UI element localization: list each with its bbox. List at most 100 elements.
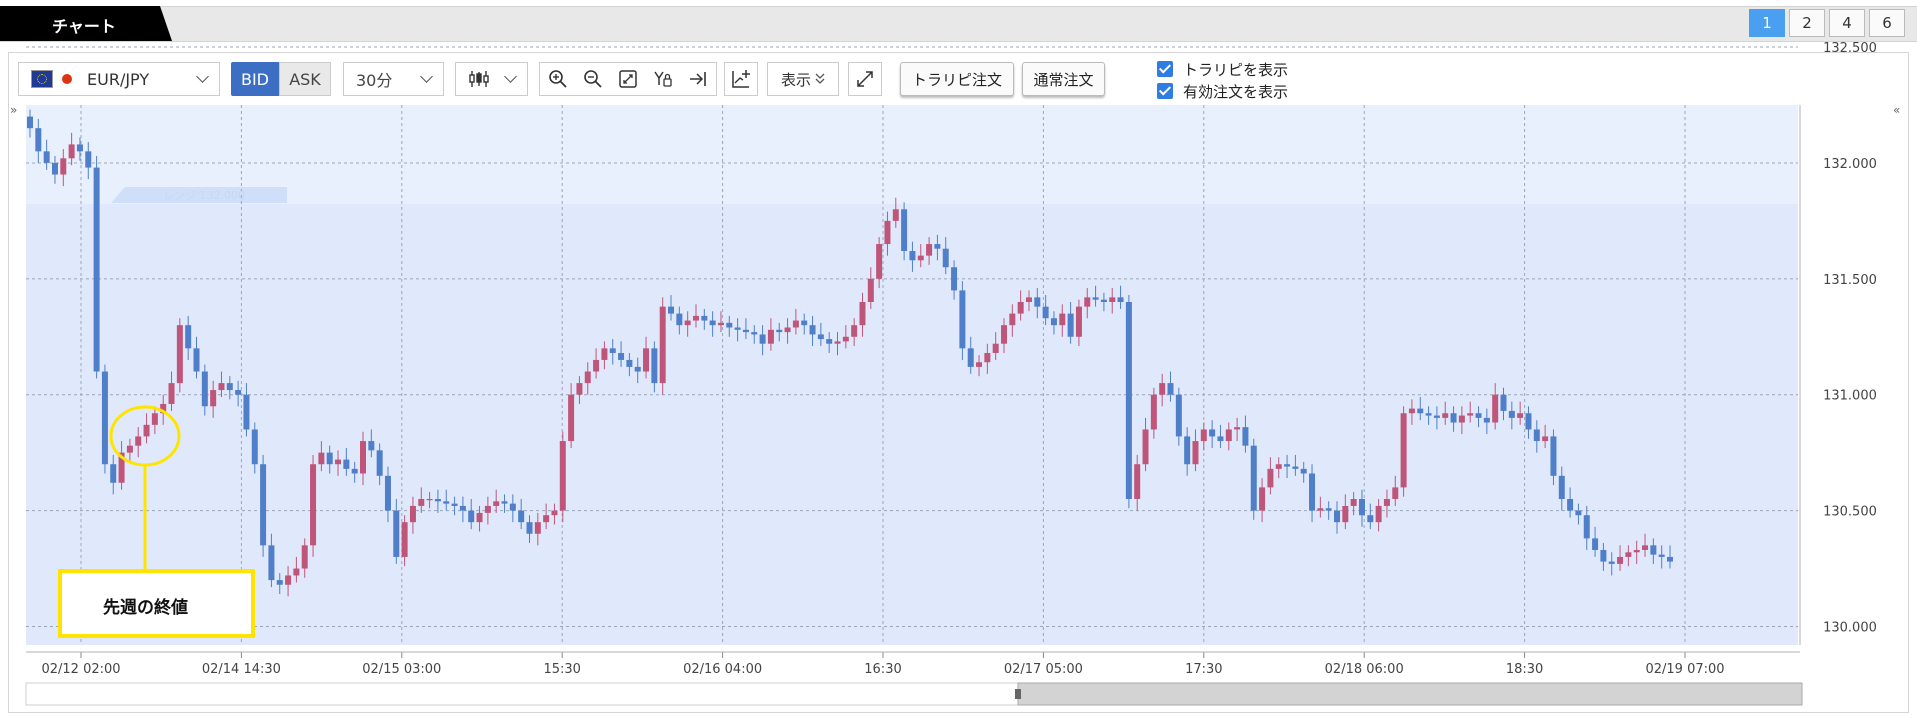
x-tick-label: 02/12 02:00 (41, 662, 120, 677)
x-tick-label: 02/18 06:00 (1325, 662, 1404, 677)
candle-body (1525, 413, 1532, 430)
candle-body (551, 510, 558, 516)
candle-body (976, 362, 983, 367)
candle-body (301, 545, 308, 569)
candle-body (992, 343, 999, 353)
candle-body (692, 315, 699, 321)
candle-body (1500, 394, 1507, 411)
navigator-handle[interactable] (1015, 689, 1021, 699)
candle-body (1475, 413, 1482, 418)
candle-body (884, 220, 891, 245)
candle-body (1042, 306, 1049, 319)
x-tick-label: 15:30 (543, 662, 580, 677)
y-tick-label: 131.000 (1823, 389, 1877, 404)
candle-body (967, 348, 974, 367)
candle-body (1642, 545, 1649, 550)
candle-body (1317, 508, 1324, 511)
candle-body (1067, 313, 1074, 337)
candle-body (1009, 313, 1016, 326)
candle-body (776, 329, 783, 333)
candle-body (135, 436, 142, 446)
candle-body (1575, 510, 1582, 516)
candle-body (1234, 427, 1241, 430)
candle-body (1117, 297, 1124, 302)
candle-body (1134, 464, 1141, 499)
candle-body (1142, 429, 1149, 465)
candle-body (892, 209, 899, 221)
candle-body (726, 322, 733, 328)
candlestick-chart[interactable]: 130.000 130.500 131.000 131.500 132.000 132.5… (0, 0, 1917, 719)
candle-body (826, 339, 833, 344)
candle-body (143, 424, 150, 437)
candle-body (684, 320, 691, 326)
candle-body (759, 334, 766, 344)
candle-body (593, 359, 600, 372)
candle-body (934, 244, 941, 249)
candle-body (1001, 325, 1008, 344)
navigator-scrollbar[interactable] (25, 682, 1803, 706)
candle-body (401, 522, 408, 557)
candle-body (1034, 297, 1041, 307)
x-tick-label: 02/17 05:00 (1004, 662, 1083, 677)
candle-body (1558, 475, 1565, 499)
candle-body (210, 390, 217, 407)
candle-body (959, 290, 966, 349)
candle-body (526, 522, 533, 534)
candle-body (1159, 383, 1166, 395)
candle-body (751, 332, 758, 335)
candle-body (1508, 410, 1515, 418)
candle-body (1092, 297, 1099, 300)
navigator-window[interactable] (1017, 682, 1803, 706)
candle-body (659, 306, 666, 384)
candle-body (1433, 415, 1440, 418)
candle-body (368, 441, 375, 451)
x-tick-label: 16:30 (864, 662, 901, 677)
candle-body (268, 545, 275, 581)
candle-body (1517, 413, 1524, 418)
candle-body (534, 522, 541, 534)
candle-body (27, 116, 33, 129)
candle-body (1367, 515, 1374, 523)
candle-body (1267, 468, 1274, 488)
candle-body (1617, 556, 1624, 564)
candle-body (351, 468, 358, 474)
candle-body (418, 498, 425, 506)
candle-body (1209, 429, 1216, 437)
candle-body (85, 151, 92, 168)
candle-body (226, 383, 233, 391)
candle-body (709, 320, 716, 326)
candle-body (393, 510, 400, 557)
candle-body (626, 359, 633, 367)
candle-body (576, 383, 583, 395)
candle-body (493, 501, 500, 506)
candle-body (1467, 413, 1474, 416)
candle-body (235, 390, 242, 395)
candle-body (1292, 466, 1299, 469)
candle-body (876, 244, 883, 279)
candle-body (1150, 394, 1157, 430)
candle-body (384, 475, 391, 511)
candle-body (1542, 436, 1549, 442)
candle-body (676, 313, 683, 326)
candle-body (901, 209, 908, 252)
candle-body (859, 301, 866, 326)
x-axis: 02/12 02:00 02/14 14:30 02/15 03:00 15:30 02… (41, 652, 1725, 677)
candle-body (1400, 413, 1407, 488)
x-tick-label: 02/16 04:00 (683, 662, 762, 677)
candle-body (1592, 538, 1599, 550)
candle-body (409, 505, 416, 523)
candle-body (1533, 429, 1540, 442)
candle-body (326, 452, 333, 465)
candle-body (1492, 394, 1499, 423)
candle-body (1625, 552, 1632, 557)
candle-body (1458, 415, 1465, 423)
candle-body (1392, 487, 1399, 499)
candle-body (251, 429, 258, 465)
candle-body (834, 341, 841, 344)
candle-body (643, 348, 650, 372)
candle-body (443, 501, 450, 504)
candle-body (310, 464, 317, 546)
candle-body (509, 503, 516, 511)
candle-body (717, 322, 724, 326)
candle-body (426, 498, 433, 501)
